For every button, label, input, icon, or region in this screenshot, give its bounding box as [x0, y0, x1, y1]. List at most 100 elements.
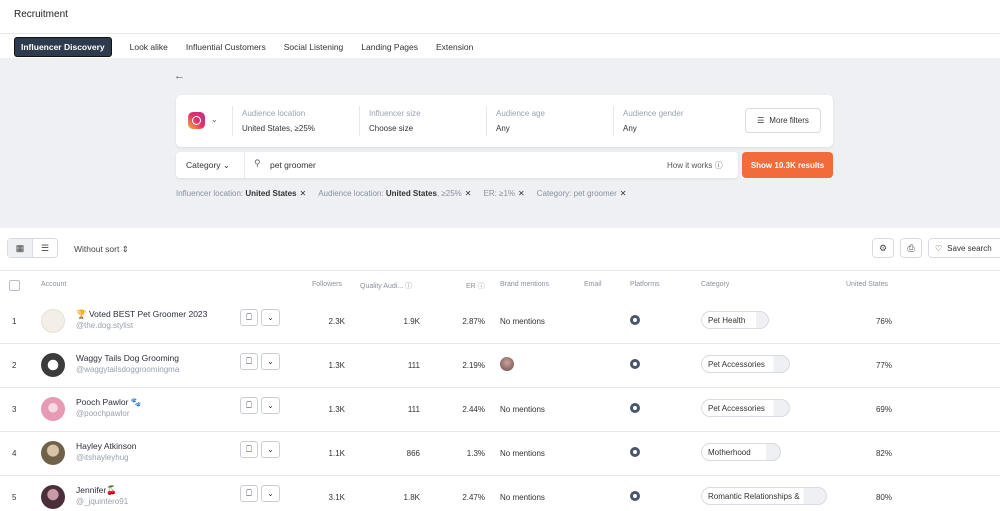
table-row[interactable]: 1 🏆 Voted BEST Pet Groomer 2023 @the.dog… [0, 299, 1000, 343]
category-pill: Pet Accessories [701, 355, 790, 373]
bookmark-icon[interactable]: ⎕ [240, 441, 258, 458]
followers-value: 3.1K [328, 493, 345, 502]
chevron-down-icon[interactable]: ⌄ [261, 397, 280, 414]
account-handle[interactable]: @_jquintero91 [76, 497, 128, 506]
close-icon[interactable]: ✕ [518, 189, 525, 198]
avatar [41, 485, 65, 509]
account-handle[interactable]: @poochpawlor [76, 409, 129, 418]
header-label: Quality Audi... [360, 283, 404, 290]
header-category[interactable]: Category [701, 281, 729, 288]
chevron-down-icon[interactable]: ⌄ [261, 309, 280, 326]
category-label: Category [186, 160, 221, 170]
table-row[interactable]: 4 Hayley Atkinson @itshayleyhug ⎕ ⌄ 1.1K… [0, 431, 1000, 475]
header-quality-audience[interactable]: Quality Audi... ⓘ [360, 281, 412, 291]
account-name[interactable]: Pooch Pawlor 🐾 [76, 397, 141, 408]
save-search-label: Save search [947, 243, 992, 253]
bookmark-icon[interactable]: ⎕ [240, 353, 258, 370]
bookmark-icon[interactable]: ⎕ [240, 485, 258, 502]
select-all-checkbox[interactable] [9, 280, 20, 291]
chevron-down-icon: ⌄ [222, 160, 230, 170]
grid-view-icon[interactable]: ▦ [8, 239, 33, 257]
show-results-button[interactable]: Show 10.3K results [742, 152, 833, 178]
audience-gender-filter[interactable]: Audience gender Any [623, 109, 684, 133]
table-row[interactable]: 2 Waggy Tails Dog Grooming @waggytailsdo… [0, 343, 1000, 387]
tab-social-listening[interactable]: Social Listening [284, 42, 344, 52]
header-country[interactable]: United States [846, 281, 888, 288]
followers-value: 1.3K [328, 361, 345, 370]
followers-value: 1.1K [328, 449, 345, 458]
chevron-down-icon[interactable]: ⌄ [211, 115, 218, 124]
er-value: 2.47% [462, 493, 485, 502]
instagram-platform-icon [630, 403, 640, 413]
search-icon: ⚲ [254, 158, 261, 168]
er-value: 1.3% [466, 449, 485, 458]
active-filter-chips: Influencer location: United States ✕ Audi… [176, 189, 626, 198]
chevron-down-icon[interactable]: ⌄ [261, 353, 280, 370]
country-percent: 69% [875, 405, 892, 414]
header-platforms[interactable]: Platforms [630, 281, 660, 288]
close-icon[interactable]: ✕ [300, 189, 307, 198]
country-percent: 80% [875, 493, 892, 502]
chevron-down-icon[interactable]: ⌄ [261, 441, 280, 458]
save-search-button[interactable]: ♡ Save search [928, 238, 1000, 258]
chip-text: ER: ≥1% [483, 189, 516, 198]
category-pill: Romantic Relationships & [701, 487, 827, 505]
audience-location-filter[interactable]: Audience location United States, ≥25% [242, 109, 315, 133]
account-handle[interactable]: @the.dog.stylist [76, 321, 133, 330]
more-filters-button[interactable]: ☰ More filters [745, 108, 821, 133]
tab-bar: Influencer Discovery Look alike Influent… [14, 37, 491, 57]
bookmark-icon[interactable]: ⎕ [240, 309, 258, 326]
influencer-size-filter[interactable]: Influencer size Choose size [369, 109, 421, 133]
list-view-icon[interactable]: ☰ [33, 239, 57, 257]
tab-influential-customers[interactable]: Influential Customers [186, 42, 266, 52]
close-icon[interactable]: ✕ [620, 189, 627, 198]
divider [244, 152, 245, 178]
account-name[interactable]: Hayley Atkinson [76, 441, 136, 451]
brand-mention-avatar[interactable] [500, 357, 514, 371]
instagram-icon[interactable] [188, 112, 205, 129]
divider [613, 106, 614, 136]
account-name[interactable]: 🏆 Voted BEST Pet Groomer 2023 [76, 309, 207, 320]
category-pill: Pet Health [701, 311, 769, 329]
row-number: 5 [12, 493, 17, 502]
settings-gear-icon[interactable]: ⚙ [872, 238, 894, 258]
how-it-works-link[interactable]: How it works ⓘ [667, 160, 723, 171]
header-email[interactable]: Email [584, 281, 602, 288]
header-er[interactable]: ER ⓘ [466, 281, 485, 291]
chip-text: Category: pet groomer [536, 189, 617, 198]
chip-text: Audience location: [318, 189, 386, 198]
instagram-platform-icon [630, 315, 640, 325]
tab-look-alike[interactable]: Look alike [130, 42, 168, 52]
filter-label: Audience gender [623, 109, 684, 118]
followers-value: 1.3K [328, 405, 345, 414]
country-percent: 76% [875, 317, 892, 326]
instagram-platform-icon [630, 447, 640, 457]
filter-label: Audience location [242, 109, 306, 118]
header-followers[interactable]: Followers [312, 281, 342, 288]
export-csv-icon[interactable]: ⎙ [900, 238, 922, 258]
search-input[interactable] [270, 160, 600, 170]
tab-influencer-discovery[interactable]: Influencer Discovery [14, 37, 112, 57]
sort-dropdown[interactable]: Without sort ⇕ [74, 244, 129, 255]
chip-category: Category: pet groomer ✕ [537, 189, 627, 198]
header-brand-mentions[interactable]: Brand mentions [500, 281, 549, 288]
chip-text: Influencer location: [176, 189, 246, 198]
account-name[interactable]: Jennifer🍒 [76, 485, 117, 496]
how-it-works-label: How it works [667, 161, 713, 170]
chevron-down-icon[interactable]: ⌄ [261, 485, 280, 502]
category-dropdown[interactable]: Category ⌄ [186, 160, 230, 171]
table-row[interactable]: 5 Jennifer🍒 @_jquintero91 ⎕ ⌄ 3.1K 1.8K … [0, 475, 1000, 511]
audience-age-filter[interactable]: Audience age Any [496, 109, 545, 133]
tab-landing-pages[interactable]: Landing Pages [361, 42, 418, 52]
account-name[interactable]: Waggy Tails Dog Grooming [76, 353, 179, 363]
tab-extension[interactable]: Extension [436, 42, 473, 52]
account-handle[interactable]: @waggytailsdoggroomingma [76, 365, 179, 374]
account-handle[interactable]: @itshayleyhug [76, 453, 129, 462]
header-account[interactable]: Account [41, 281, 66, 288]
table-row[interactable]: 3 Pooch Pawlor 🐾 @poochpawlor ⎕ ⌄ 1.3K 1… [0, 387, 1000, 431]
filter-value: Choose size [369, 124, 414, 133]
bookmark-icon[interactable]: ⎕ [240, 397, 258, 414]
back-arrow-icon[interactable]: ← [174, 70, 185, 82]
close-icon[interactable]: ✕ [465, 189, 472, 198]
more-filters-label: More filters [769, 116, 809, 125]
